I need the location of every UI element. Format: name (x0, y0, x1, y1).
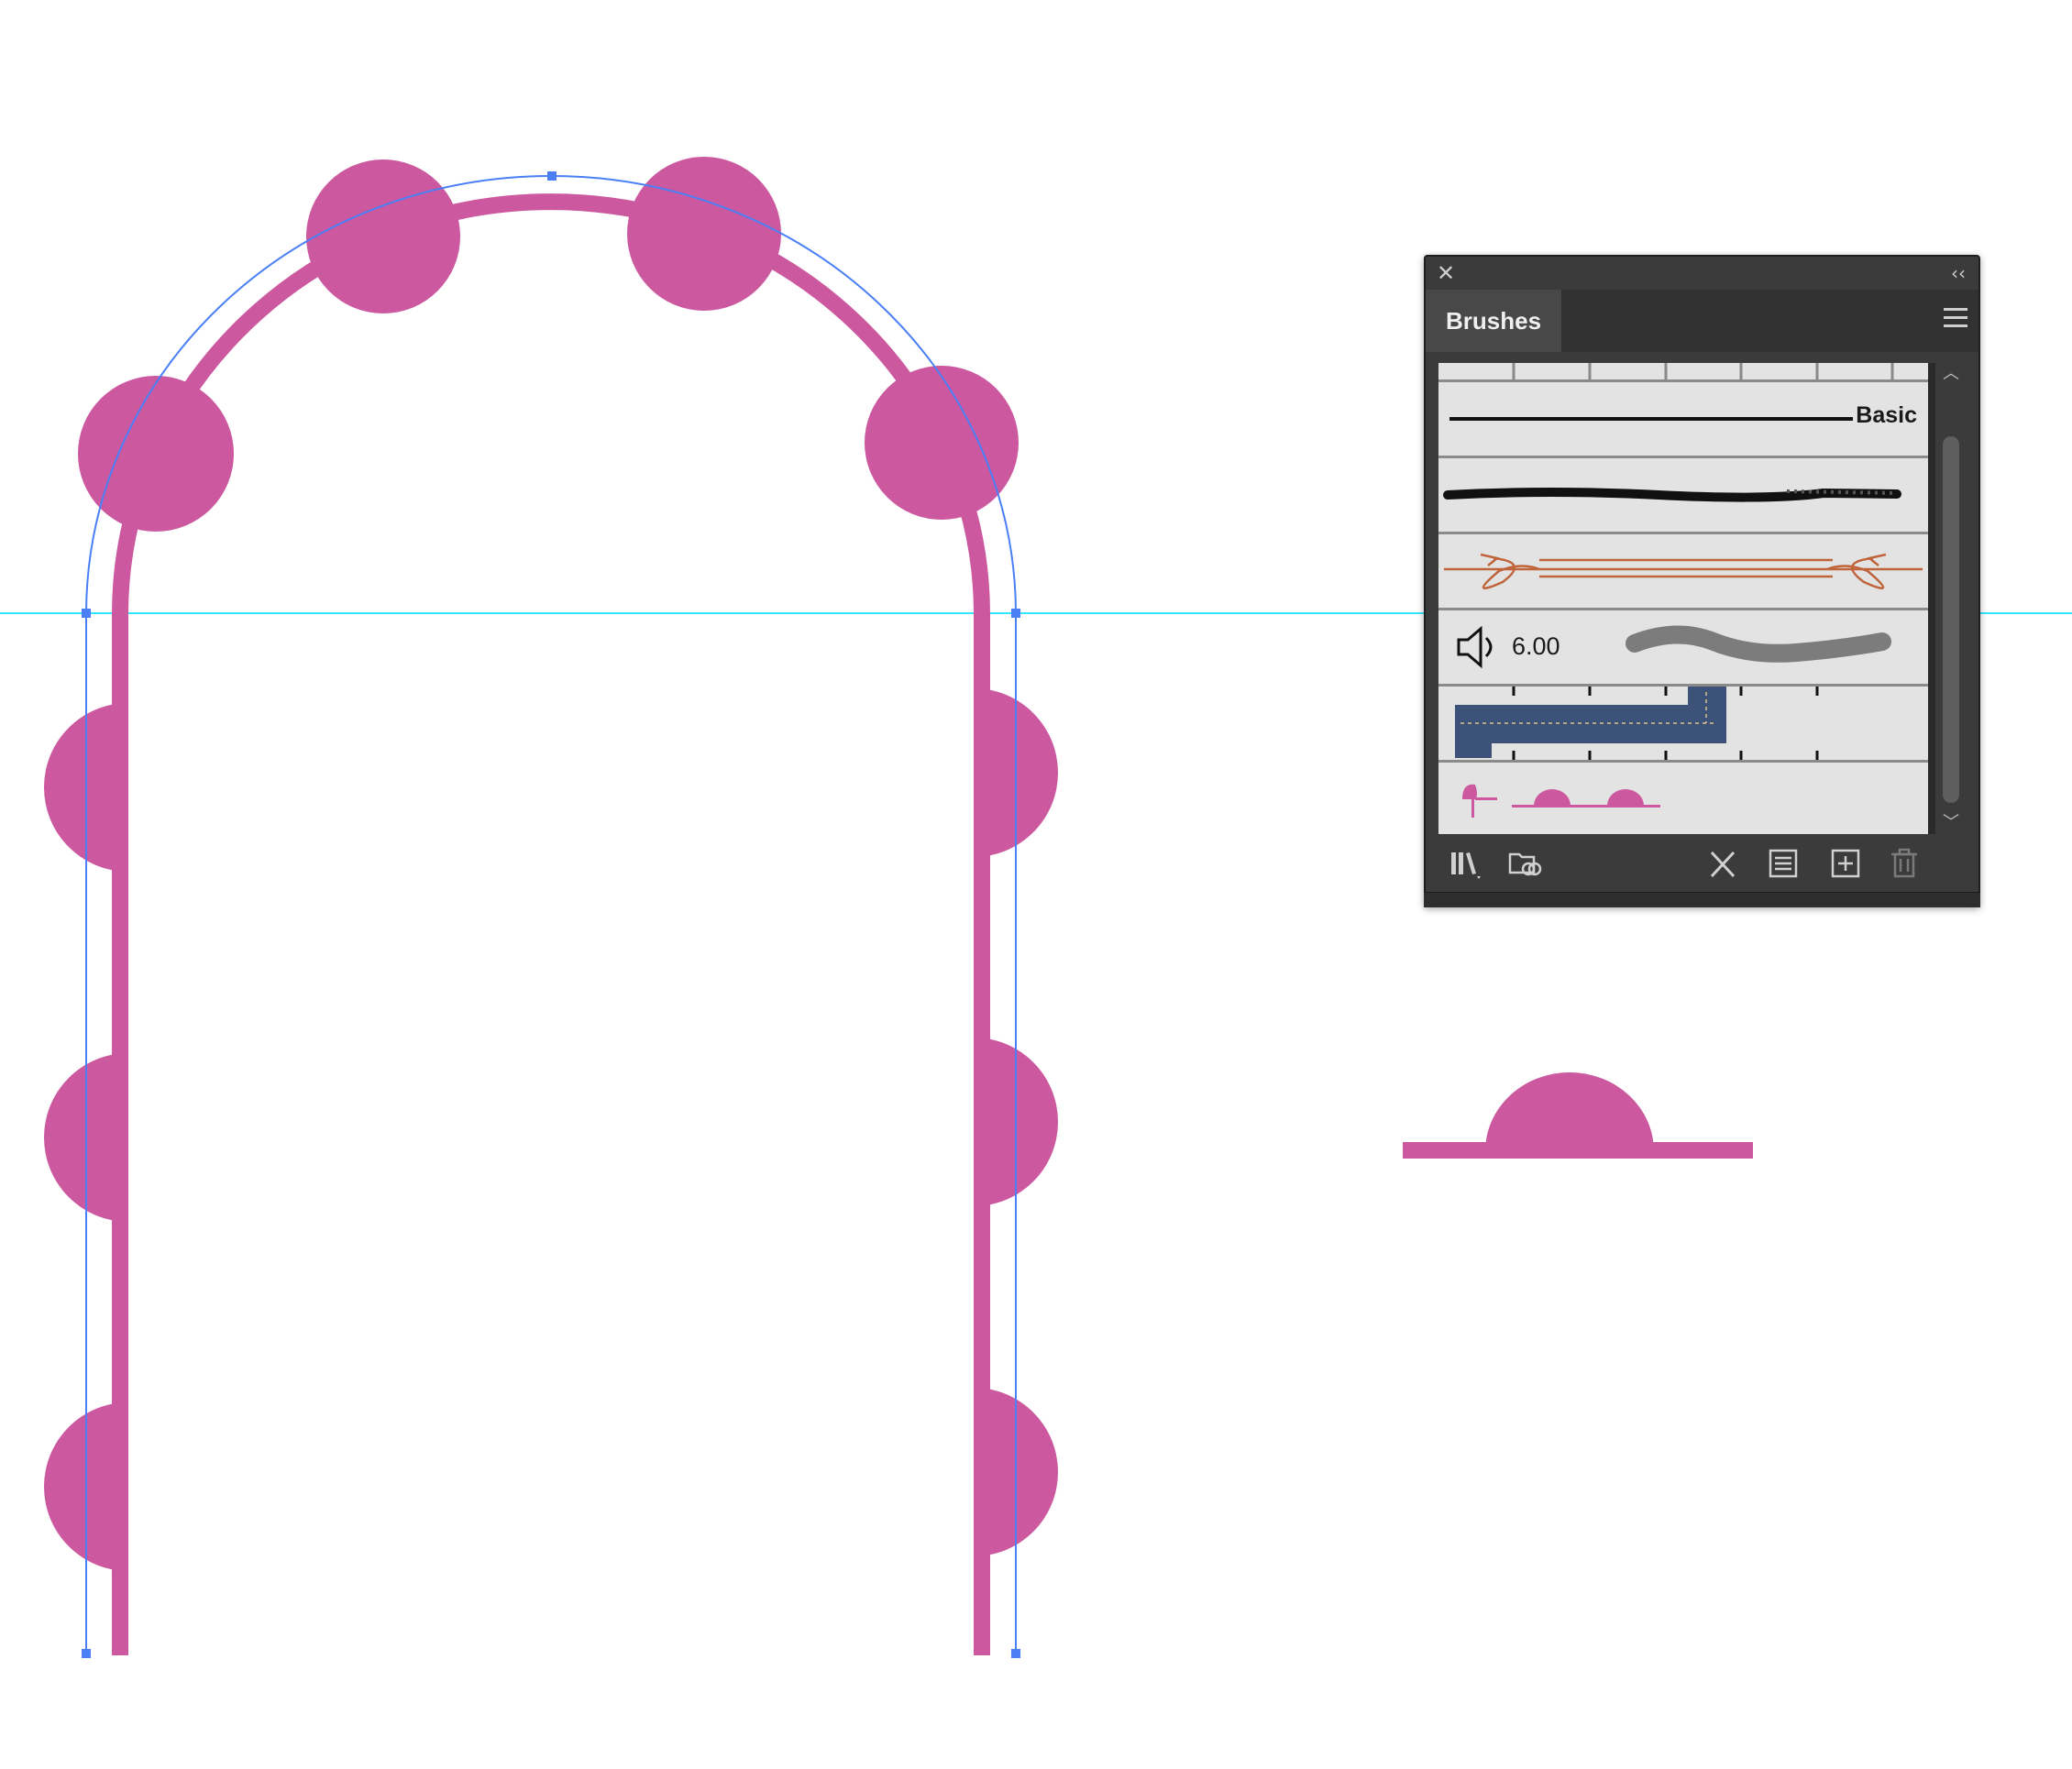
tab-brushes[interactable]: Brushes (1426, 290, 1561, 352)
brush-libraries-icon[interactable] (1448, 845, 1484, 882)
brush-options-icon[interactable] (1765, 845, 1802, 882)
scallop-top-3 (627, 157, 781, 311)
panel-footer (1424, 841, 1980, 907)
brush-row-bristle[interactable]: 6.00 (1438, 610, 1928, 687)
arch-artwork[interactable] (44, 157, 1058, 1655)
scroll-down-icon[interactable]: ﹀ (1939, 812, 1963, 834)
scrollbar-thumb[interactable] (1943, 436, 1959, 803)
brush-list-scrollbar[interactable]: ︿ ﹀ (1939, 363, 1963, 834)
remove-brush-stroke-icon[interactable] (1704, 845, 1741, 882)
panel-menu-icon[interactable] (1944, 308, 1967, 332)
close-icon[interactable]: ✕ (1433, 260, 1459, 286)
anchor-point[interactable] (547, 171, 557, 181)
scallop-top-4 (865, 366, 1019, 520)
scroll-up-icon[interactable]: ︿ (1939, 363, 1963, 385)
panel-tab-row: Brushes (1426, 290, 1978, 352)
brush-row-basic[interactable]: Basic (1438, 382, 1928, 458)
brush-row-scallop[interactable] (1438, 763, 1928, 834)
cc-libraries-icon[interactable] (1506, 845, 1543, 882)
scallop-pattern-brush-icon (1462, 784, 1660, 818)
arch-stroke (112, 193, 990, 1655)
denim-pattern-brush-icon (1455, 687, 1819, 760)
anchor-point[interactable] (82, 1649, 91, 1658)
brush-list[interactable]: Basic 6.00 (1438, 363, 1935, 834)
anchor-point[interactable] (82, 609, 91, 618)
anchor-point[interactable] (1011, 1649, 1020, 1658)
brush-row-ornament[interactable] (1438, 534, 1928, 610)
collapse-double-chevron-icon[interactable]: ‹‹ (1945, 260, 1971, 286)
new-brush-icon[interactable] (1827, 845, 1864, 882)
brush-row-partial[interactable] (1438, 363, 1928, 382)
basic-line-brush-icon (1449, 417, 1853, 421)
anchor-point[interactable] (1011, 609, 1020, 618)
selection-path[interactable] (82, 171, 1020, 1658)
panel-resize-grip[interactable] (1424, 892, 1980, 907)
scallop-top-1 (78, 376, 234, 532)
brush-row-charcoal[interactable] (1438, 458, 1928, 534)
tile-semicircle (1485, 1072, 1654, 1151)
ornamental-arrow-brush-icon (1444, 553, 1923, 589)
panel-titlebar[interactable]: ✕ ‹‹ (1426, 257, 1978, 290)
delete-brush-icon[interactable] (1886, 845, 1923, 882)
brush-label-basic: Basic (1856, 402, 1917, 428)
charcoal-art-brush-icon (1443, 488, 1901, 502)
brush-row-denim[interactable] (1438, 687, 1928, 763)
pattern-tile-artwork[interactable] (1403, 1072, 1753, 1159)
partial-pattern-preview (1512, 363, 1894, 379)
scallop-top-2 (306, 159, 460, 313)
bristle-stroke-preview (1626, 625, 1891, 663)
